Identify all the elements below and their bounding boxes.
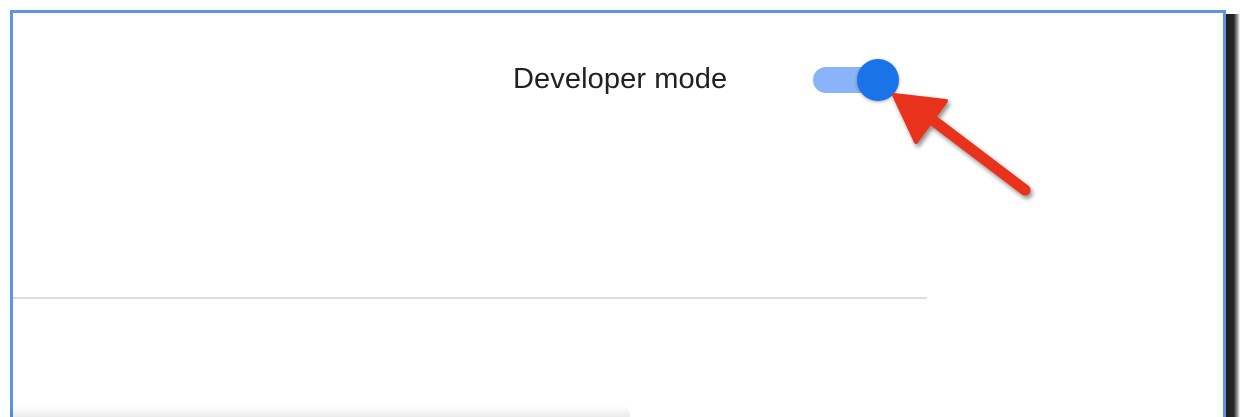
screenshot-stage: Developer mode [0, 0, 1249, 417]
toggle-knob[interactable] [857, 59, 899, 101]
developer-mode-label: Developer mode [513, 63, 728, 95]
bottom-panel-edge [10, 406, 630, 417]
extensions-page-panel: Developer mode [10, 10, 1226, 417]
developer-mode-toggle[interactable] [813, 59, 899, 101]
window-shadow [1226, 14, 1240, 417]
header-divider [13, 297, 927, 299]
